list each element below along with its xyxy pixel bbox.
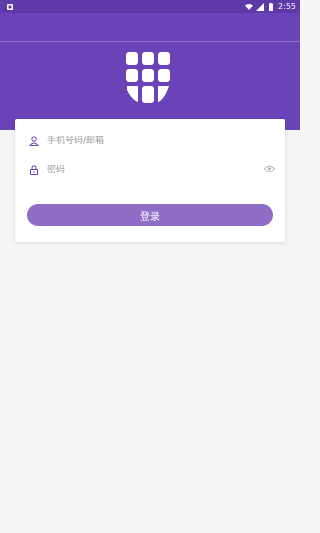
username-field <box>29 130 275 152</box>
status-time: 2:55 <box>278 2 296 11</box>
username-input[interactable] <box>47 136 227 146</box>
password-field <box>29 159 275 181</box>
battery-icon <box>269 2 274 11</box>
login-card: 登录 <box>15 119 285 242</box>
keypad-logo-icon <box>126 52 170 103</box>
password-input[interactable] <box>47 165 227 175</box>
header-divider <box>0 41 300 42</box>
notification-icon <box>7 3 13 10</box>
status-bar: 2:55 <box>0 0 300 13</box>
signal-icon <box>256 2 265 11</box>
eye-icon[interactable] <box>264 165 275 173</box>
lock-icon <box>30 165 38 175</box>
wifi-icon <box>245 3 254 10</box>
login-button[interactable]: 登录 <box>27 204 273 226</box>
user-icon <box>29 136 39 146</box>
